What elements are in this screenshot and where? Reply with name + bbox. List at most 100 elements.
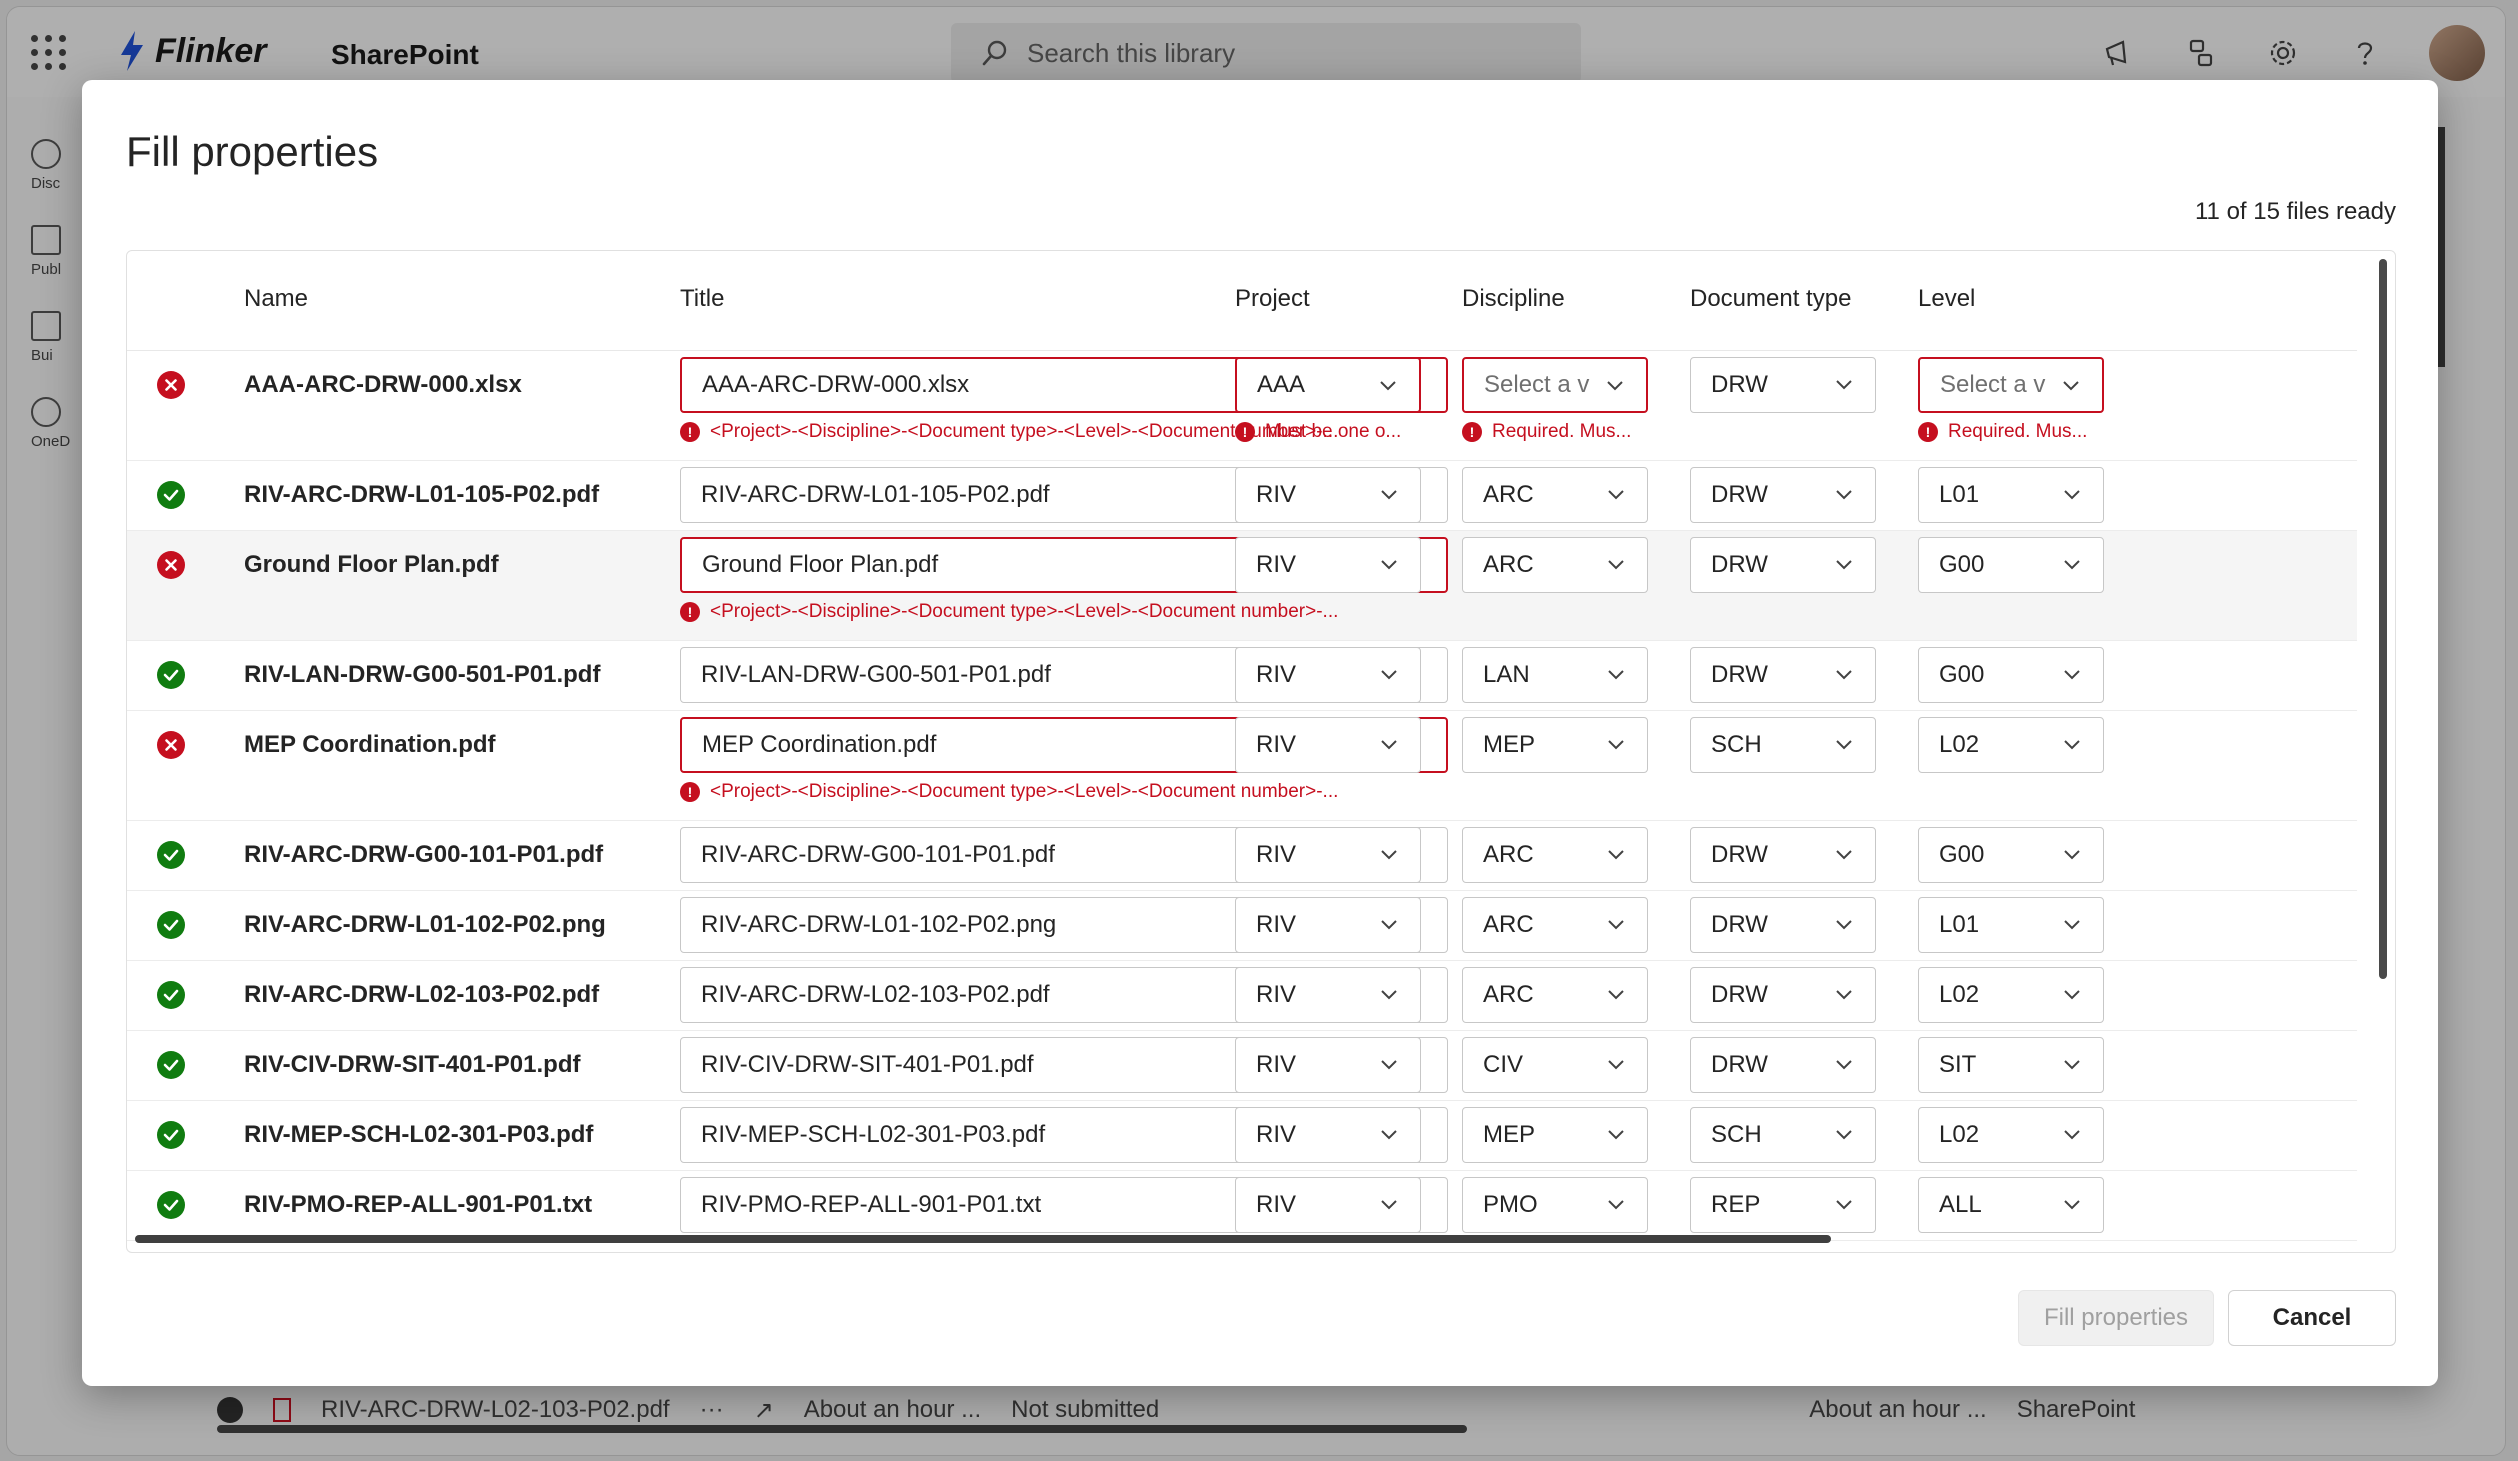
select-value: MEP [1483, 1121, 1536, 1148]
discipline-select[interactable]: LAN [1462, 647, 1648, 703]
column-header-level[interactable]: Level [1918, 285, 1975, 313]
project-select[interactable]: RIV [1235, 647, 1421, 703]
success-status-icon [157, 911, 185, 939]
level-select[interactable]: SIT [1918, 1037, 2104, 1093]
chevron-down-icon [1381, 560, 1397, 570]
chevron-down-icon [1836, 920, 1852, 930]
table-row[interactable]: Ground Floor Plan.pdf Ground Floor Plan.p… [127, 531, 2357, 641]
horizontal-scrollbar[interactable] [135, 1235, 1831, 1243]
project-select[interactable]: RIV [1235, 897, 1421, 953]
select-value: G00 [1939, 841, 1985, 868]
level-select[interactable]: ALL [1918, 1177, 2104, 1233]
chevron-down-icon [1381, 920, 1397, 930]
select-value: Select a v [1484, 371, 1590, 398]
files-ready-status: 11 of 15 files ready [2194, 198, 2396, 225]
discipline-select[interactable]: MEP [1462, 717, 1648, 773]
fill-properties-dialog: Fill properties 11 of 15 files ready Nam… [82, 80, 2438, 1386]
select-value: DRW [1711, 661, 1768, 688]
project-select[interactable]: RIV [1235, 717, 1421, 773]
discipline-select[interactable]: PMO [1462, 1177, 1648, 1233]
level-select[interactable]: L02 [1918, 967, 2104, 1023]
select-value: G00 [1939, 551, 1985, 578]
table-row[interactable]: RIV-ARC-DRW-G00-101-P01.pdf RIV-ARC-DRW-G… [127, 821, 2357, 891]
table-row[interactable]: MEP Coordination.pdf MEP Coordination.pdf… [127, 711, 2357, 821]
error-icon: ! [680, 602, 700, 622]
chevron-down-icon [1380, 381, 1396, 391]
select-value: REP [1711, 1191, 1761, 1218]
file-name: MEP Coordination.pdf [244, 731, 496, 758]
discipline-select[interactable]: CIV [1462, 1037, 1648, 1093]
chevron-down-icon [1381, 1130, 1397, 1140]
level-select[interactable]: L02 [1918, 717, 2104, 773]
project-select[interactable]: RIV [1235, 967, 1421, 1023]
chevron-down-icon [1381, 990, 1397, 1000]
success-status-icon [157, 1051, 185, 1079]
document-type-select[interactable]: SCH [1690, 717, 1876, 773]
document-type-select[interactable]: DRW [1690, 357, 1876, 413]
discipline-select[interactable]: ARC [1462, 537, 1648, 593]
document-type-select[interactable]: DRW [1690, 827, 1876, 883]
table-row[interactable]: AAA-ARC-DRW-000.xlsx AAA-ARC-DRW-000.xlsx… [127, 351, 2357, 461]
document-type-select[interactable]: DRW [1690, 647, 1876, 703]
table-row[interactable]: RIV-PMO-REP-ALL-901-P01.txt RIV-PMO-REP-A… [127, 1171, 2357, 1241]
document-type-select[interactable]: DRW [1690, 467, 1876, 523]
chevron-down-icon [1381, 1060, 1397, 1070]
level-select[interactable]: L01 [1918, 467, 2104, 523]
chevron-down-icon [1381, 490, 1397, 500]
document-type-select[interactable]: DRW [1690, 1037, 1876, 1093]
column-header-project[interactable]: Project [1235, 285, 1310, 313]
error-icon: ! [680, 782, 700, 802]
level-select[interactable]: L01 [1918, 897, 2104, 953]
project-select[interactable]: AAA [1235, 357, 1421, 413]
project-select[interactable]: RIV [1235, 1177, 1421, 1233]
chevron-down-icon [1607, 381, 1623, 391]
select-value: MEP [1483, 731, 1536, 758]
select-value: RIV [1256, 661, 1297, 688]
table-row[interactable]: RIV-ARC-DRW-L01-105-P02.pdf RIV-ARC-DRW-L… [127, 461, 2357, 531]
document-type-select[interactable]: DRW [1690, 897, 1876, 953]
chevron-down-icon [1836, 670, 1852, 680]
chevron-down-icon [1381, 740, 1397, 750]
discipline-select[interactable]: Select a v [1462, 357, 1648, 413]
project-select[interactable]: RIV [1235, 827, 1421, 883]
vertical-scrollbar[interactable] [2379, 259, 2387, 979]
table-row[interactable]: RIV-ARC-DRW-L01-102-P02.png RIV-ARC-DRW-L… [127, 891, 2357, 961]
table-row[interactable]: RIV-MEP-SCH-L02-301-P03.pdf RIV-MEP-SCH-L… [127, 1101, 2357, 1171]
chevron-down-icon [1608, 670, 1624, 680]
project-select[interactable]: RIV [1235, 1107, 1421, 1163]
document-type-select[interactable]: DRW [1690, 967, 1876, 1023]
level-select[interactable]: G00 [1918, 537, 2104, 593]
document-type-select[interactable]: DRW [1690, 537, 1876, 593]
chevron-down-icon [2063, 381, 2079, 391]
table-row[interactable]: RIV-CIV-DRW-SIT-401-P01.pdf RIV-CIV-DRW-S… [127, 1031, 2357, 1101]
level-select[interactable]: G00 [1918, 827, 2104, 883]
column-header-document-type[interactable]: Document type [1690, 285, 1851, 313]
level-select[interactable]: L02 [1918, 1107, 2104, 1163]
cancel-button[interactable]: Cancel [2228, 1290, 2396, 1346]
column-header-name[interactable]: Name [244, 285, 308, 313]
discipline-select[interactable]: MEP [1462, 1107, 1648, 1163]
table-row[interactable]: RIV-LAN-DRW-G00-501-P01.pdf RIV-LAN-DRW-G… [127, 641, 2357, 711]
table-row[interactable]: RIV-ARC-DRW-L02-103-P02.pdf RIV-ARC-DRW-L… [127, 961, 2357, 1031]
document-type-select[interactable]: SCH [1690, 1107, 1876, 1163]
project-select[interactable]: RIV [1235, 537, 1421, 593]
discipline-select[interactable]: ARC [1462, 467, 1648, 523]
chevron-down-icon [1836, 1200, 1852, 1210]
discipline-select[interactable]: ARC [1462, 827, 1648, 883]
discipline-select[interactable]: ARC [1462, 897, 1648, 953]
level-select[interactable]: Select a v [1918, 357, 2104, 413]
project-select[interactable]: RIV [1235, 467, 1421, 523]
discipline-select[interactable]: ARC [1462, 967, 1648, 1023]
chevron-down-icon [1836, 1130, 1852, 1140]
select-value: DRW [1711, 481, 1768, 508]
project-select[interactable]: RIV [1235, 1037, 1421, 1093]
column-header-title[interactable]: Title [680, 285, 724, 313]
select-value: ALL [1939, 1191, 1982, 1218]
chevron-down-icon [1381, 1200, 1397, 1210]
column-header-discipline[interactable]: Discipline [1462, 285, 1565, 313]
fill-properties-button[interactable]: Fill properties [2018, 1290, 2214, 1346]
level-select[interactable]: G00 [1918, 647, 2104, 703]
success-status-icon [157, 981, 185, 1009]
title-error-message: ! <Project>-<Discipline>-<Document type>-… [680, 601, 1448, 623]
document-type-select[interactable]: REP [1690, 1177, 1876, 1233]
